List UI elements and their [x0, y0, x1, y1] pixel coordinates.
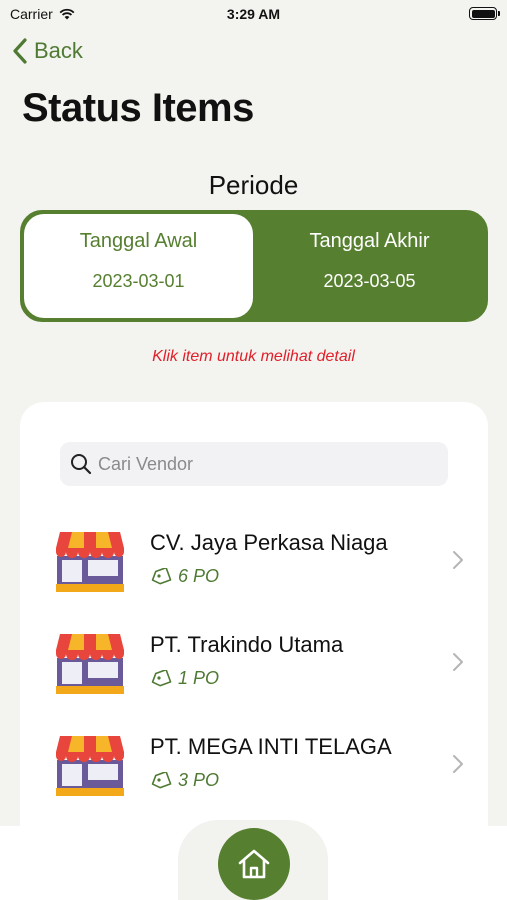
home-button[interactable] [218, 828, 290, 900]
chevron-right-icon [453, 551, 463, 569]
vendor-row[interactable]: CV. Jaya Perkasa Niaga 6 PO [54, 520, 464, 600]
vendor-name: CV. Jaya Perkasa Niaga [150, 530, 388, 555]
vendor-name: PT. MEGA INTI TELAGA [150, 734, 392, 759]
chevron-left-icon [13, 38, 27, 64]
shop-icon [56, 532, 124, 592]
period-toggle: Tanggal Awal 2023-03-01 Tanggal Akhir 20… [20, 210, 488, 322]
chevron-right-icon [453, 755, 463, 773]
page-title: Status Items [22, 86, 254, 130]
po-count: 1 PO [178, 668, 220, 688]
vendor-po: 1 PO [150, 668, 219, 689]
tag-icon [151, 669, 172, 686]
clock: 3:29 AM [226, 6, 281, 22]
status-bar: Carrier 3:29 AM [0, 0, 507, 30]
shop-icon [56, 736, 124, 796]
po-count: 3 PO [178, 770, 220, 790]
start-date-value: 2023-03-01 [92, 271, 185, 291]
battery-icon [469, 7, 500, 20]
search-icon [71, 454, 92, 475]
end-date-value: 2023-03-05 [323, 271, 416, 291]
chevron-right-icon [453, 653, 463, 671]
start-date-button[interactable]: Tanggal Awal 2023-03-01 [24, 214, 253, 318]
home-icon [238, 849, 270, 879]
end-date-label: Tanggal Akhir [309, 230, 430, 252]
start-date-label: Tanggal Awal [79, 230, 198, 252]
po-count: 6 PO [178, 566, 220, 586]
vendor-row[interactable]: PT. MEGA INTI TELAGA 3 PO [54, 724, 464, 804]
end-date-button[interactable]: Tanggal Akhir 2023-03-05 [255, 214, 484, 318]
tag-icon [151, 771, 172, 788]
hint-text: Klik item untuk melihat detail [152, 348, 355, 365]
search-input[interactable] [98, 453, 418, 475]
tag-icon [151, 567, 172, 584]
period-heading: Periode [208, 170, 299, 200]
vendor-row[interactable]: PT. Trakindo Utama 1 PO [54, 622, 464, 702]
search-bar[interactable] [60, 442, 448, 486]
vendor-po: 3 PO [150, 770, 219, 791]
back-label: Back [34, 38, 83, 63]
vendor-po: 6 PO [150, 566, 219, 587]
vendor-name: PT. Trakindo Utama [150, 632, 344, 657]
shop-icon [56, 634, 124, 694]
back-button[interactable]: Back [12, 38, 83, 64]
